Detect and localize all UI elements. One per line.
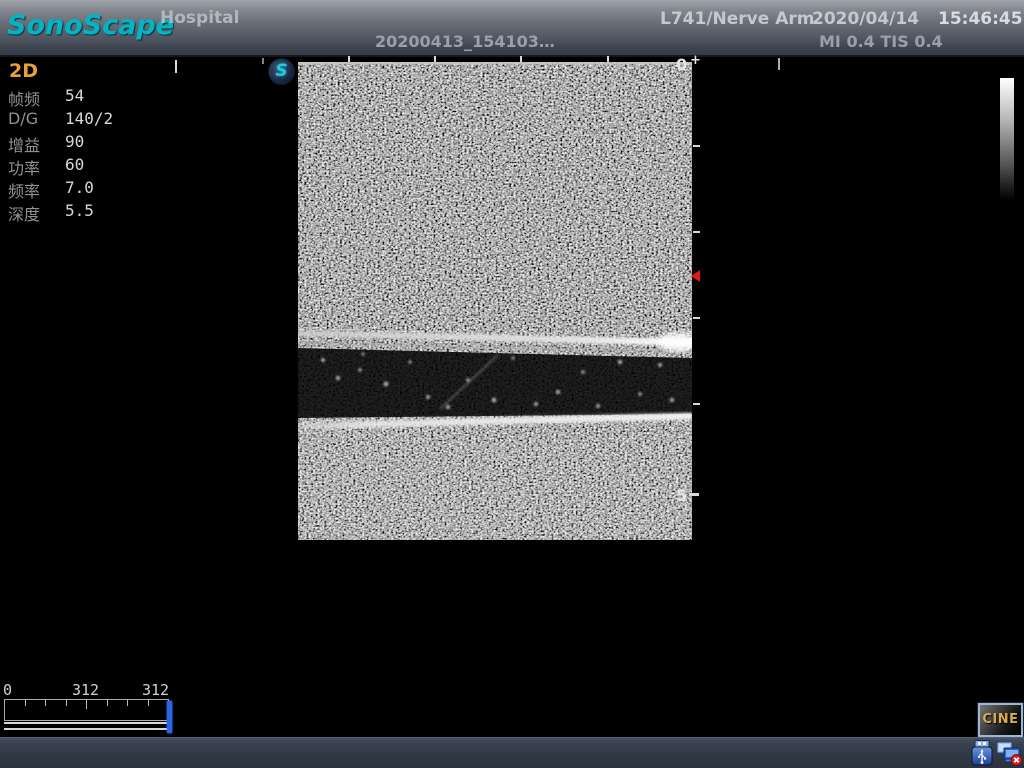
network-disconnected-icon[interactable]: [995, 740, 1023, 766]
param-value: 140/2: [65, 109, 113, 128]
depth-scale-plus-tick: +: [690, 53, 701, 68]
clock-time: 15:46:45: [938, 9, 1023, 29]
param-value: 5.5: [65, 201, 94, 220]
cine-scrubber-ruler[interactable]: [4, 699, 169, 721]
frame-start-label: 0: [3, 681, 12, 699]
right-boundary-tick: [778, 58, 780, 70]
sonoscape-logo: SonoScape: [7, 10, 174, 41]
param-row-dg: D/G 140/2: [8, 109, 168, 132]
depth-scale-top-label: 0: [676, 55, 687, 74]
usb-icon[interactable]: [971, 740, 993, 766]
depth-tick-2: [693, 231, 700, 233]
frame-current-label: 312: [142, 681, 169, 699]
depth-tick-4: [693, 403, 700, 405]
param-value: 90: [65, 132, 84, 151]
cine-button[interactable]: CINE: [978, 703, 1023, 737]
patient-exam-id: 20200413_154103…: [375, 32, 555, 51]
cine-position-marker[interactable]: [167, 701, 172, 733]
depth-bottom-dash: [689, 493, 699, 496]
param-row-gain: 增益 90: [8, 132, 168, 155]
header-bar: SonoScape Hospital L741/Nerve Arm 2020/0…: [0, 0, 1024, 57]
param-row-depth: 深度 5.5: [8, 201, 168, 224]
param-row-power: 功率 60: [8, 155, 168, 178]
depth-scale-bottom-label: 5: [676, 486, 687, 505]
param-label: 功率: [8, 155, 40, 179]
ultrasound-image: [298, 62, 692, 540]
param-label: 增益: [8, 132, 40, 156]
param-label: 帧频: [8, 86, 40, 110]
hospital-name: Hospital: [160, 8, 239, 28]
mode-label: 2D: [9, 60, 38, 82]
exam-date: 2020/04/14: [812, 9, 919, 29]
param-label: 深度: [8, 201, 40, 225]
sonoscape-s-icon: S: [268, 58, 295, 85]
param-value: 60: [65, 155, 84, 174]
depth-tick-1: [693, 145, 700, 147]
depth-tick-3: [693, 317, 700, 319]
param-row-frequency: 频率 7.0: [8, 178, 168, 201]
ultrasound-screen: SonoScape Hospital L741/Nerve Arm 2020/0…: [0, 0, 1024, 768]
param-label: D/G: [8, 109, 38, 128]
acoustic-indices: MI 0.4 TIS 0.4: [819, 32, 943, 51]
cine-progress-track[interactable]: [4, 722, 171, 730]
param-value: 54: [65, 86, 84, 105]
param-row-frame-rate: 帧频 54: [8, 86, 168, 109]
probe-preset-label: L741/Nerve Arm: [660, 9, 814, 29]
param-value: 7.0: [65, 178, 94, 197]
frame-total-label: 312: [72, 681, 99, 699]
param-label: 频率: [8, 178, 40, 202]
grayscale-bar: [1000, 78, 1014, 200]
focus-marker-icon[interactable]: [691, 270, 700, 282]
minor-tick: [262, 58, 264, 64]
left-boundary-tick: [175, 60, 177, 73]
taskbar: [0, 737, 1024, 768]
